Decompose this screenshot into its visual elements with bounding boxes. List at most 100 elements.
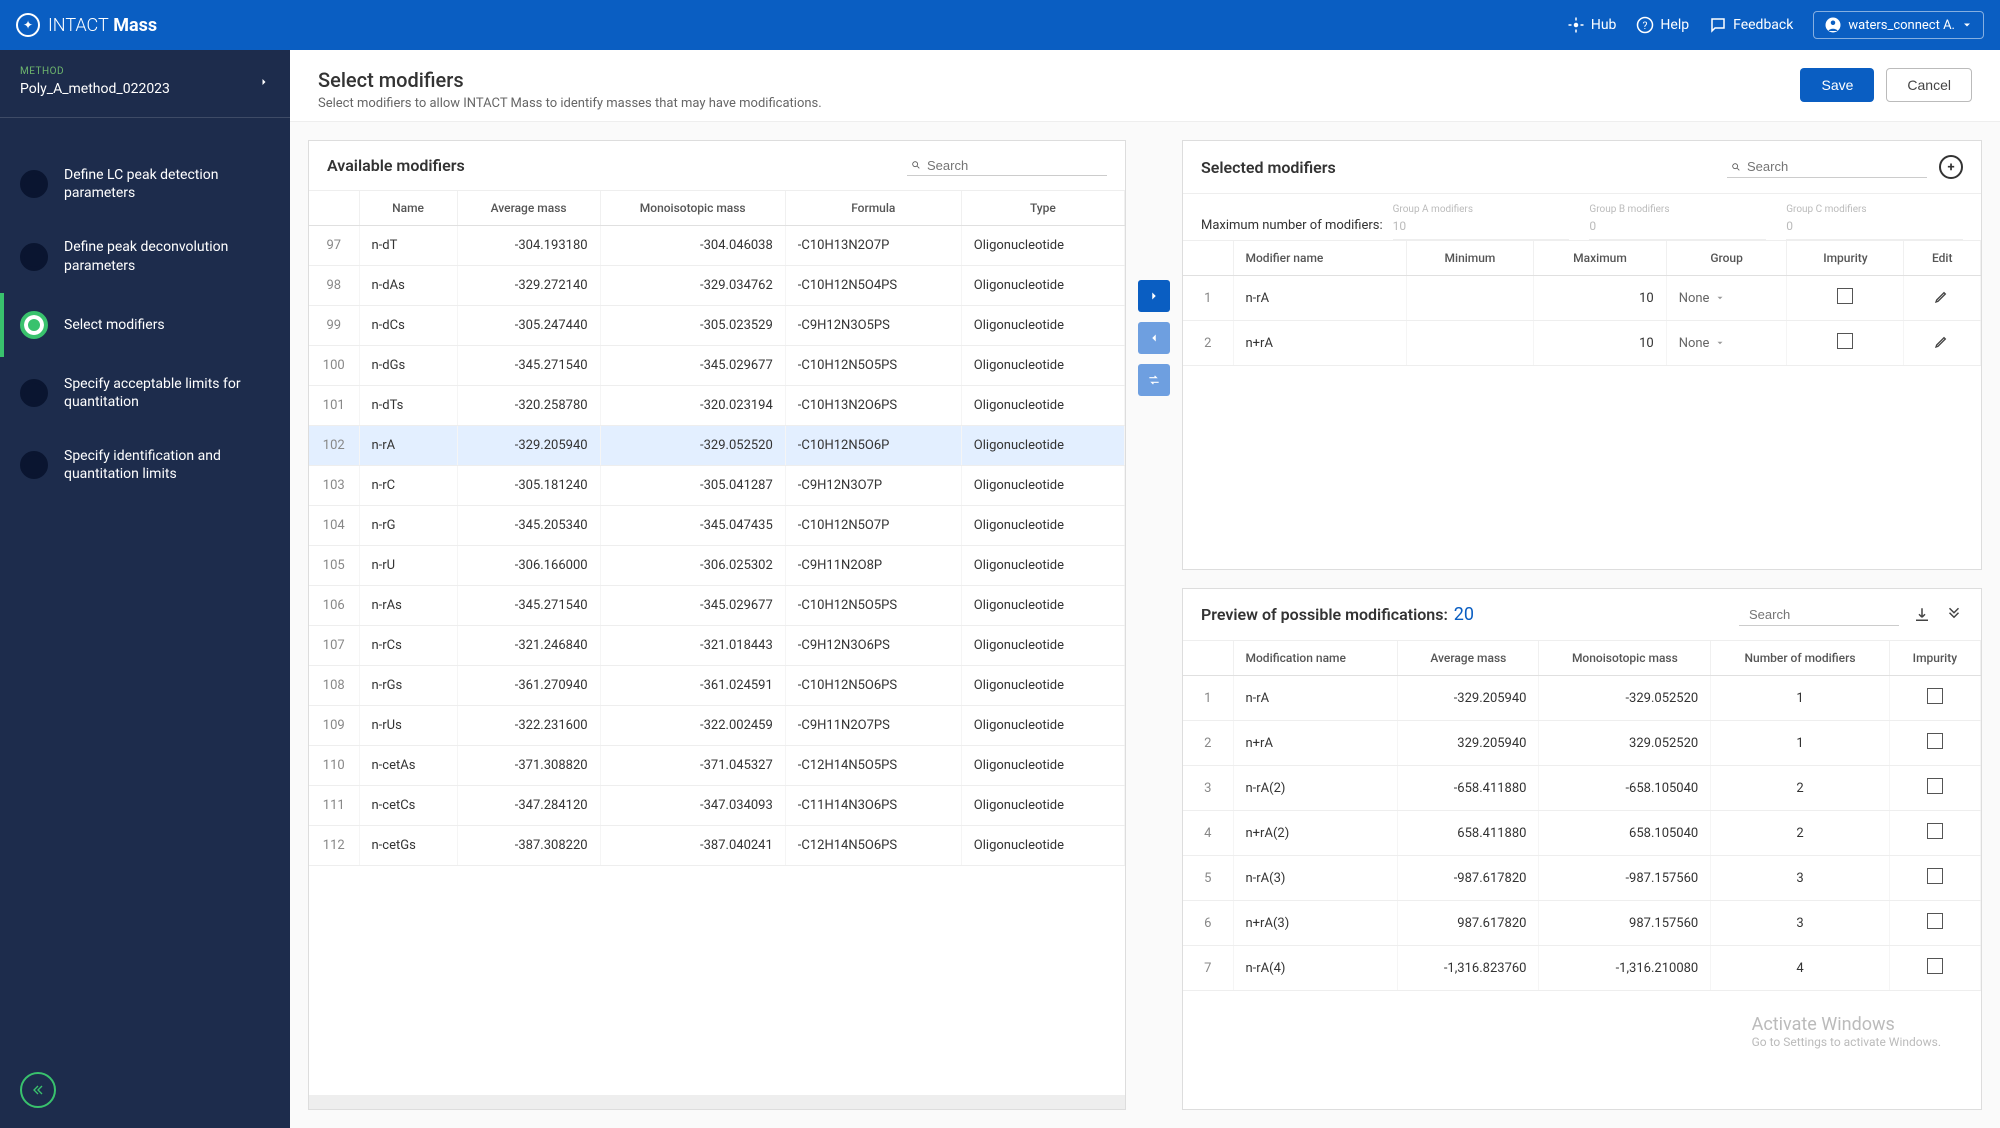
group-dropdown[interactable]: None	[1679, 336, 1775, 351]
preview-panel: Preview of possible modifications: 20	[1182, 588, 1982, 1110]
selected-title: Selected modifiers	[1201, 158, 1336, 177]
feedback-link[interactable]: Feedback	[1709, 16, 1793, 34]
chevron-right-icon	[1147, 289, 1161, 303]
sidebar: METHOD Poly_A_method_022023 Define LC pe…	[0, 50, 290, 1128]
available-row[interactable]: 108n-rGs-361.270940-361.024591-C10H12N5O…	[309, 666, 1125, 706]
available-row[interactable]: 106n-rAs-345.271540-345.029677-C10H12N5O…	[309, 586, 1125, 626]
available-row[interactable]: 111n-cetCs-347.284120-347.034093-C11H14N…	[309, 786, 1125, 826]
help-link[interactable]: ? Help	[1636, 16, 1689, 34]
impurity-checkbox[interactable]	[1927, 913, 1943, 929]
brand: ✦ INTACT Mass	[16, 13, 157, 37]
group-max-field[interactable]: Group C modifiers0	[1786, 204, 1963, 240]
method-header[interactable]: METHOD Poly_A_method_022023	[0, 50, 290, 118]
available-row[interactable]: 98n-dAs-329.272140-329.034762-C10H12N5O4…	[309, 266, 1125, 306]
impurity-checkbox[interactable]	[1927, 868, 1943, 884]
preview-row: 3n-rA(2)-658.411880-658.1050402	[1183, 766, 1981, 811]
max-modifiers-label: Maximum number of modifiers:	[1201, 204, 1383, 233]
step-label: Select modifiers	[64, 316, 165, 334]
edit-icon[interactable]	[1934, 333, 1950, 349]
preview-row: 2n+rA329.205940329.0525201	[1183, 721, 1981, 766]
preview-count: 20	[1454, 604, 1474, 625]
step-label: Define peak deconvolution parameters	[64, 238, 270, 274]
available-row[interactable]: 109n-rUs-322.231600-322.002459-C9H11N2O7…	[309, 706, 1125, 746]
preview-search[interactable]	[1739, 603, 1899, 626]
selected-search[interactable]	[1727, 157, 1927, 178]
sidebar-collapse-button[interactable]	[20, 1072, 56, 1108]
available-row[interactable]: 103n-rC-305.181240-305.041287-C9H12N3O7P…	[309, 466, 1125, 506]
sidebar-step[interactable]: Define LC peak detection parameters	[0, 148, 290, 220]
search-icon	[1731, 159, 1741, 175]
cancel-button[interactable]: Cancel	[1886, 68, 1972, 102]
brand-text-bold: Mass	[113, 15, 157, 36]
available-search[interactable]	[907, 155, 1107, 176]
sidebar-step[interactable]: Define peak deconvolution parameters	[0, 220, 290, 292]
step-label: Define LC peak detection parameters	[64, 166, 270, 202]
chevron-right-icon	[258, 76, 270, 88]
chevron-left-icon	[1147, 331, 1161, 345]
move-right-button[interactable]	[1138, 280, 1170, 312]
available-row[interactable]: 100n-dGs-345.271540-345.029677-C10H12N5O…	[309, 346, 1125, 386]
group-max-field[interactable]: Group B modifiers0	[1589, 204, 1766, 240]
available-table: Name Average mass Monoisotopic mass Form…	[309, 191, 1125, 866]
step-label: Specify identification and quantitation …	[64, 447, 270, 483]
available-row[interactable]: 104n-rG-345.205340-345.047435-C10H12N5O7…	[309, 506, 1125, 546]
selected-row[interactable]: 1n-rA10None	[1183, 276, 1981, 321]
group-max-field[interactable]: Group A modifiers10	[1393, 204, 1570, 240]
method-name: Poly_A_method_022023	[20, 81, 170, 97]
step-label: Specify acceptable limits for quantitati…	[64, 375, 270, 411]
step-indicator-icon	[20, 451, 48, 479]
move-all-button[interactable]	[1138, 364, 1170, 396]
preview-title: Preview of possible modifications:	[1201, 605, 1448, 624]
selected-table: Modifier name Minimum Maximum Group Impu…	[1183, 241, 1981, 366]
svg-text:?: ?	[1643, 19, 1648, 32]
selected-search-input[interactable]	[1747, 159, 1923, 174]
save-button[interactable]: Save	[1800, 68, 1874, 102]
top-bar: ✦ INTACT Mass Hub ? Help Feedback waters…	[0, 0, 2000, 50]
edit-icon[interactable]	[1934, 288, 1950, 304]
available-row[interactable]: 107n-rCs-321.246840-321.018443-C9H12N3O6…	[309, 626, 1125, 666]
help-icon: ?	[1636, 16, 1654, 34]
expand-icon[interactable]	[1945, 606, 1963, 624]
available-row[interactable]: 102n-rA-329.205940-329.052520-C10H12N5O6…	[309, 426, 1125, 466]
available-row[interactable]: 105n-rU-306.166000-306.025302-C9H11N2O8P…	[309, 546, 1125, 586]
selected-modifiers-panel: Selected modifiers + Maximum number of m…	[1182, 140, 1982, 570]
impurity-checkbox[interactable]	[1927, 958, 1943, 974]
available-row[interactable]: 99n-dCs-305.247440-305.023529-C9H12N3O5P…	[309, 306, 1125, 346]
user-menu[interactable]: waters_connect A.	[1813, 11, 1984, 39]
impurity-checkbox[interactable]	[1837, 288, 1853, 304]
sidebar-step[interactable]: Specify identification and quantitation …	[0, 429, 290, 501]
page-subtitle: Select modifiers to allow INTACT Mass to…	[318, 96, 822, 111]
preview-row: 5n-rA(3)-987.617820-987.1575603	[1183, 856, 1981, 901]
add-modifier-button[interactable]: +	[1939, 155, 1963, 179]
preview-row: 6n+rA(3)987.617820987.1575603	[1183, 901, 1981, 946]
preview-row: 4n+rA(2)658.411880658.1050402	[1183, 811, 1981, 856]
chevron-down-icon	[1715, 293, 1725, 303]
available-row[interactable]: 101n-dTs-320.258780-320.023194-C10H13N2O…	[309, 386, 1125, 426]
h-scrollbar[interactable]	[309, 1095, 1125, 1109]
impurity-checkbox[interactable]	[1927, 778, 1943, 794]
impurity-checkbox[interactable]	[1837, 333, 1853, 349]
available-row[interactable]: 110n-cetAs-371.308820-371.045327-C12H14N…	[309, 746, 1125, 786]
move-left-button[interactable]	[1138, 322, 1170, 354]
step-indicator-icon	[20, 170, 48, 198]
available-row[interactable]: 97n-dT-304.193180-304.046038-C10H13N2O7P…	[309, 226, 1125, 266]
page-title: Select modifiers	[318, 68, 822, 92]
sidebar-step[interactable]: Specify acceptable limits for quantitati…	[0, 357, 290, 429]
group-dropdown[interactable]: None	[1679, 291, 1775, 306]
search-icon	[911, 157, 921, 173]
hub-link[interactable]: Hub	[1567, 16, 1617, 34]
available-modifiers-panel: Available modifiers Name Average mass	[308, 140, 1126, 1110]
available-search-input[interactable]	[927, 158, 1103, 173]
method-label: METHOD	[20, 66, 170, 77]
brand-text-light: INTACT	[48, 15, 109, 36]
impurity-checkbox[interactable]	[1927, 823, 1943, 839]
preview-row: 1n-rA-329.205940-329.0525201	[1183, 676, 1981, 721]
impurity-checkbox[interactable]	[1927, 688, 1943, 704]
preview-search-input[interactable]	[1749, 607, 1925, 622]
impurity-checkbox[interactable]	[1927, 733, 1943, 749]
chat-icon	[1709, 16, 1727, 34]
available-row[interactable]: 112n-cetGs-387.308220-387.040241-C12H14N…	[309, 826, 1125, 866]
download-icon[interactable]	[1913, 606, 1931, 624]
selected-row[interactable]: 2n+rA10None	[1183, 321, 1981, 366]
sidebar-step[interactable]: Select modifiers	[0, 293, 290, 357]
